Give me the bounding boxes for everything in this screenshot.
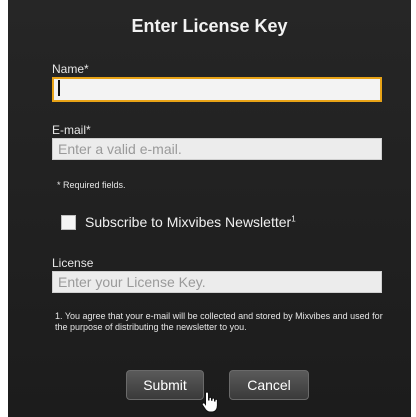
cancel-button[interactable]: Cancel [229,370,309,400]
newsletter-footnote-mark: 1 [291,214,296,224]
hand-pointer-icon [201,391,218,413]
name-label: Name* [52,62,89,76]
required-fields-note: * Required fields. [57,180,126,190]
email-label: E-mail* [52,123,91,137]
newsletter-label[interactable]: Subscribe to Mixvibes Newsletter1 [85,214,296,230]
license-input[interactable] [52,271,382,293]
license-label: License [52,256,94,270]
dialog-title: Enter License Key [131,16,288,36]
text-caret [58,80,60,96]
newsletter-label-text: Subscribe to Mixvibes Newsletter [85,214,292,230]
newsletter-disclaimer: 1. You agree that your e-mail will be co… [55,311,383,332]
email-input[interactable] [52,138,382,160]
newsletter-checkbox[interactable] [61,215,76,230]
name-input[interactable] [52,77,382,102]
submit-button[interactable]: Submit [126,370,204,400]
license-dialog: Enter License Key Name* E-mail* * Requir… [8,0,411,417]
